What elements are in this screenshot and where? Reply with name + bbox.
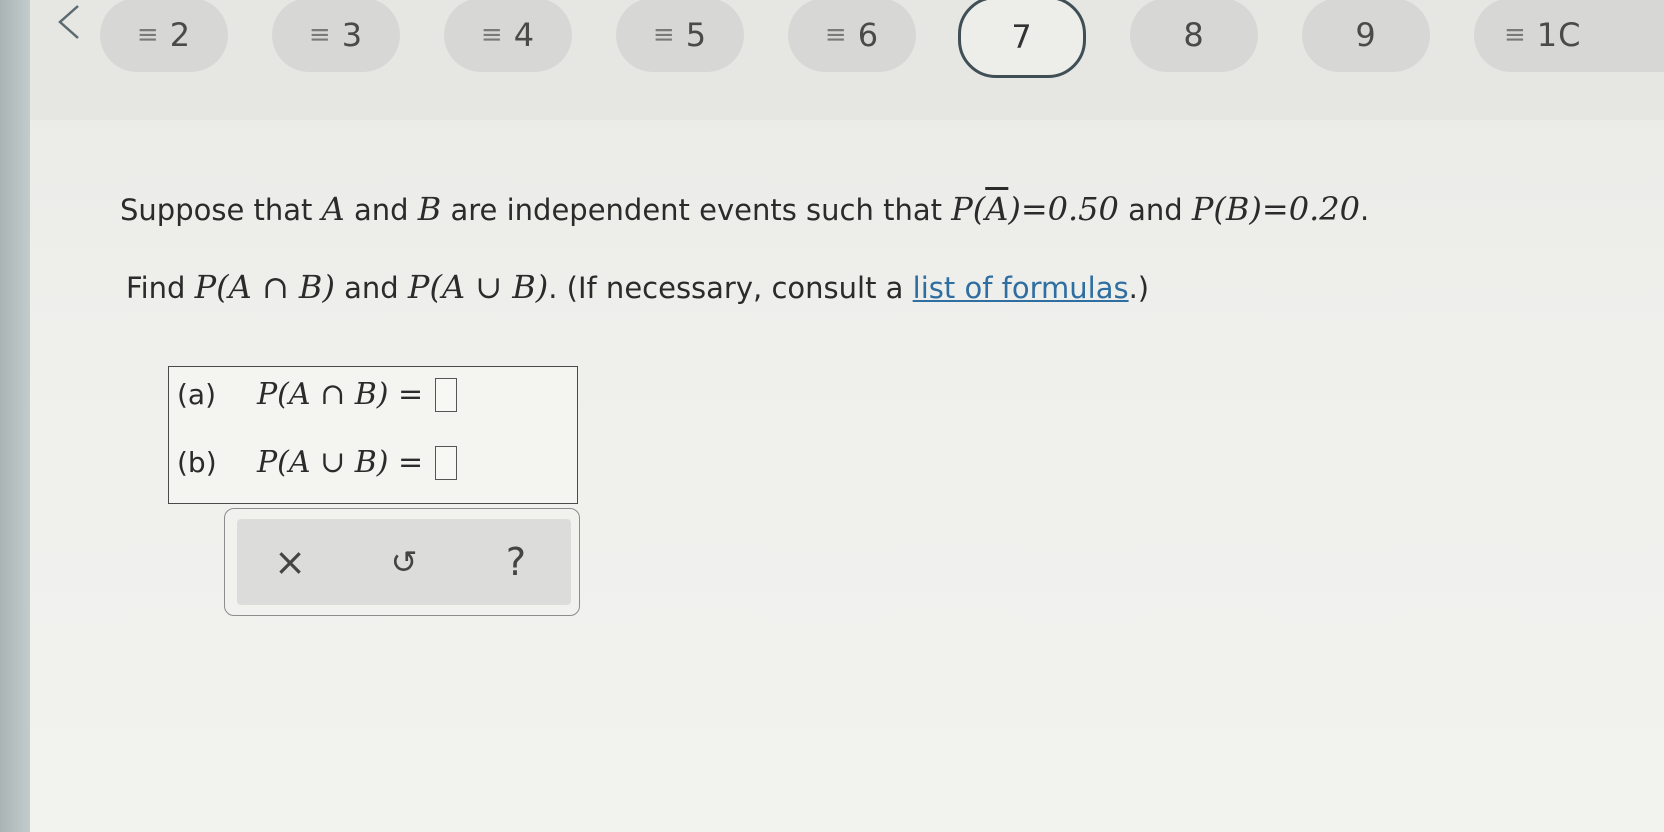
answer-input-b[interactable]	[435, 445, 458, 480]
undo-button[interactable]: ↺	[381, 539, 427, 585]
question-number: 2	[169, 16, 192, 54]
help-icon: ?	[505, 540, 527, 584]
question-pill-9[interactable]: 9	[1302, 0, 1430, 72]
answer-expr-b: P(A ∪ B) =	[257, 445, 424, 480]
answer-label-a: (a)	[177, 378, 217, 411]
problem-line-2: Find P(A ∩ B) and P(A ∪ B). (If necessar…	[126, 268, 1149, 306]
left-bezel	[0, 0, 30, 832]
complement-a: A	[985, 190, 1009, 228]
text: .)	[1128, 271, 1150, 305]
math-var-a: A	[321, 190, 345, 228]
prob-b: P(B)=0.20	[1191, 190, 1360, 228]
question-number: 6	[857, 16, 880, 54]
math-part: P(	[951, 190, 986, 228]
help-button[interactable]: ?	[493, 539, 539, 585]
formulas-link[interactable]: list of formulas	[913, 271, 1129, 305]
question-pill-3[interactable]: ≡ 3	[272, 0, 400, 72]
question-pill-6[interactable]: ≡ 6	[788, 0, 916, 72]
question-pill-4[interactable]: ≡ 4	[444, 0, 572, 72]
toolbar-panel: × ↺ ?	[237, 519, 571, 605]
question-number: 4	[513, 16, 536, 54]
answered-icon: ≡	[652, 20, 676, 50]
answered-icon: ≡	[480, 20, 504, 50]
question-number: 3	[341, 16, 364, 54]
text: and	[344, 193, 418, 227]
math-var-b: B	[417, 190, 442, 228]
question-pill-8[interactable]: 8	[1130, 0, 1258, 72]
question-pill-2[interactable]: ≡ 2	[100, 0, 228, 72]
text: Suppose that	[120, 193, 322, 227]
answered-icon: ≡	[308, 20, 332, 50]
prob-intersection: P(A ∩ B)	[194, 268, 335, 306]
answer-box: (a) P(A ∩ B) = (b) P(A ∪ B) =	[168, 366, 578, 504]
question-pill-7-active[interactable]: 7	[958, 0, 1086, 78]
text: and	[334, 271, 408, 305]
math-part: )=0.50	[1008, 190, 1119, 228]
question-number: 5	[685, 16, 708, 54]
answer-input-a[interactable]	[435, 377, 458, 412]
answer-expr-a: P(A ∩ B) =	[257, 377, 424, 412]
text: and	[1118, 193, 1192, 227]
answer-row-b: (b) P(A ∪ B) =	[177, 445, 458, 480]
answer-label-b: (b)	[177, 446, 217, 479]
question-number: 8	[1183, 16, 1205, 54]
text: are independent events such that	[441, 193, 952, 227]
close-icon: ×	[274, 540, 306, 584]
question-number: 1C	[1536, 16, 1582, 54]
text: .	[1359, 193, 1370, 227]
problem-line-1: Suppose that A and B are independent eve…	[120, 190, 1369, 228]
text: Find	[126, 271, 195, 305]
answered-icon: ≡	[136, 20, 160, 50]
answered-icon: ≡	[1504, 20, 1527, 50]
answered-icon: ≡	[824, 20, 848, 50]
prob-union: P(A ∪ B)	[407, 268, 549, 306]
undo-icon: ↺	[390, 543, 418, 581]
question-number: 7	[1011, 18, 1033, 56]
question-pill-5[interactable]: ≡ 5	[616, 0, 744, 72]
chevron-left-icon[interactable]	[52, 4, 92, 44]
question-number: 9	[1355, 16, 1377, 54]
clear-button[interactable]: ×	[267, 539, 313, 585]
text: . (If necessary, consult a	[548, 271, 913, 305]
prob-not-a: P(A)=0.50	[951, 190, 1119, 228]
question-pill-10[interactable]: ≡ 1C	[1474, 0, 1664, 72]
answer-toolbar: × ↺ ?	[224, 508, 580, 616]
answer-row-a: (a) P(A ∩ B) =	[177, 377, 458, 412]
